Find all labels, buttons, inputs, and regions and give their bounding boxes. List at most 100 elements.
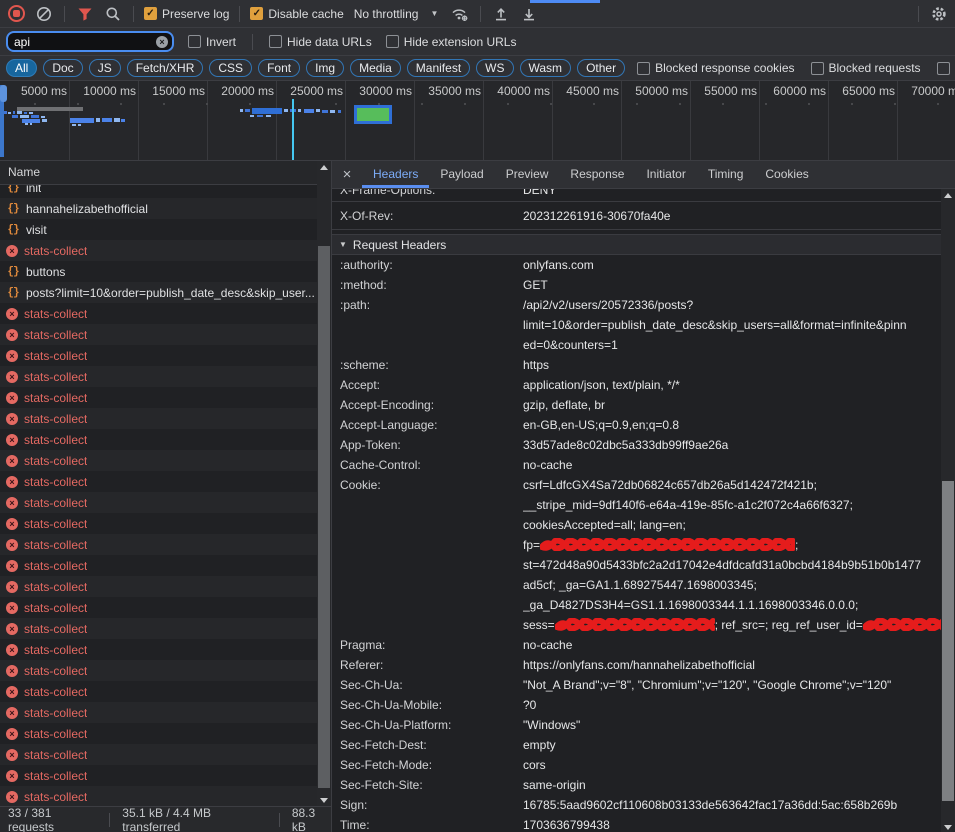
- tab-cookies[interactable]: Cookies: [754, 161, 819, 188]
- network-conditions-button[interactable]: [450, 4, 470, 24]
- header-value-text: limit=10&order=publish_date_desc&skip_us…: [523, 318, 907, 332]
- scrollbar-track[interactable]: [317, 173, 331, 794]
- divider: [239, 6, 240, 22]
- 3rd-party-requests-checkbox[interactable]: 3rd-party requests: [937, 61, 955, 75]
- request-row[interactable]: ×stats-collect: [0, 639, 317, 660]
- tab-headers[interactable]: Headers: [362, 161, 429, 188]
- error-icon: ×: [6, 539, 18, 551]
- request-row[interactable]: {}init: [0, 185, 317, 198]
- request-headers-section[interactable]: ▼ Request Headers: [332, 234, 941, 255]
- name-column-header[interactable]: Name: [0, 161, 317, 185]
- request-row[interactable]: ×stats-collect: [0, 702, 317, 723]
- request-row[interactable]: ×stats-collect: [0, 471, 317, 492]
- detail-scrollbar[interactable]: [941, 189, 955, 832]
- request-row[interactable]: {}posts?limit=10&order=publish_date_desc…: [0, 282, 317, 303]
- request-row[interactable]: ×stats-collect: [0, 408, 317, 429]
- scroll-down-icon[interactable]: [317, 794, 331, 806]
- request-row[interactable]: ×stats-collect: [0, 513, 317, 534]
- filter-pill-css[interactable]: CSS: [209, 59, 252, 77]
- timeline-overview[interactable]: 5000 ms10000 ms15000 ms20000 ms25000 ms3…: [0, 81, 955, 161]
- filter-pill-img[interactable]: Img: [306, 59, 344, 77]
- blocked-response-cookies-checkbox[interactable]: Blocked response cookies: [637, 61, 794, 75]
- hide-extension-urls-checkbox[interactable]: Hide extension URLs: [386, 35, 517, 49]
- request-row[interactable]: ×stats-collect: [0, 681, 317, 702]
- request-row[interactable]: ×stats-collect: [0, 240, 317, 261]
- request-row[interactable]: ×stats-collect: [0, 492, 317, 513]
- scroll-down-icon[interactable]: [941, 821, 955, 832]
- header-row: Sec-Fetch-Mode:cors: [332, 755, 941, 775]
- request-row[interactable]: ×stats-collect: [0, 576, 317, 597]
- tab-initiator[interactable]: Initiator: [635, 161, 696, 188]
- disable-cache-checkbox[interactable]: ✓ Disable cache: [250, 7, 343, 21]
- filter-pill-manifest[interactable]: Manifest: [407, 59, 470, 77]
- request-row[interactable]: ×stats-collect: [0, 765, 317, 786]
- header-key: :authority:: [332, 255, 523, 275]
- blocked-requests-checkbox[interactable]: Blocked requests: [811, 61, 921, 75]
- request-row[interactable]: ×stats-collect: [0, 660, 317, 681]
- scroll-up-icon[interactable]: [941, 189, 955, 201]
- request-row[interactable]: ×stats-collect: [0, 366, 317, 387]
- header-row: :path:/api2/v2/users/20572336/posts?limi…: [332, 295, 941, 355]
- filter-pill-other[interactable]: Other: [577, 59, 625, 77]
- request-row[interactable]: ×stats-collect: [0, 345, 317, 366]
- filter-pill-font[interactable]: Font: [258, 59, 300, 77]
- tab-response[interactable]: Response: [559, 161, 635, 188]
- import-har-button[interactable]: [491, 4, 511, 24]
- request-row[interactable]: ×stats-collect: [0, 429, 317, 450]
- request-list-scrollbar[interactable]: [317, 161, 331, 806]
- filter-pill-doc[interactable]: Doc: [43, 59, 82, 77]
- header-value: GET: [523, 275, 941, 295]
- header-key: X-Frame-Options:: [332, 189, 523, 200]
- scrollbar-thumb[interactable]: [942, 481, 954, 801]
- filter-pill-fetch-xhr[interactable]: Fetch/XHR: [127, 59, 204, 77]
- header-value: 202312261916-30670fa40e: [523, 206, 941, 226]
- filter-pill-all[interactable]: All: [6, 59, 37, 77]
- request-row[interactable]: ×stats-collect: [0, 723, 317, 744]
- request-row[interactable]: ×stats-collect: [0, 597, 317, 618]
- chevron-down-icon[interactable]: ▼: [430, 9, 438, 18]
- close-icon[interactable]: ×: [332, 161, 362, 188]
- request-row[interactable]: ×stats-collect: [0, 555, 317, 576]
- request-row[interactable]: ×stats-collect: [0, 534, 317, 555]
- request-row[interactable]: ×stats-collect: [0, 324, 317, 345]
- clear-filter-icon[interactable]: ×: [156, 36, 168, 48]
- filter-pill-media[interactable]: Media: [350, 59, 401, 77]
- clear-button[interactable]: [34, 4, 54, 24]
- hide-data-urls-checkbox[interactable]: Hide data URLs: [269, 35, 372, 49]
- filter-button[interactable]: [75, 4, 95, 24]
- scrollbar-track[interactable]: [941, 201, 955, 821]
- headers-content[interactable]: X-Frame-Options: DENY X-Of-Rev: 20231226…: [332, 189, 955, 832]
- request-row[interactable]: ×stats-collect: [0, 744, 317, 765]
- request-row[interactable]: {}hannahelizabethofficial: [0, 198, 317, 219]
- timeline-tick-label: 55000 ms: [693, 84, 757, 98]
- request-row[interactable]: ×stats-collect: [0, 450, 317, 471]
- export-har-button[interactable]: [519, 4, 539, 24]
- search-button[interactable]: [103, 4, 123, 24]
- request-name: stats-collect: [24, 748, 87, 762]
- divider: [918, 6, 919, 22]
- header-value-text: https: [523, 358, 549, 372]
- tab-timing[interactable]: Timing: [697, 161, 755, 188]
- filter-text-input[interactable]: [6, 31, 174, 52]
- throttling-dropdown[interactable]: No throttling: [354, 7, 419, 21]
- filter-pill-wasm[interactable]: Wasm: [520, 59, 572, 77]
- invert-checkbox[interactable]: Invert: [188, 35, 236, 49]
- filter-pill-js[interactable]: JS: [89, 59, 121, 77]
- settings-button[interactable]: [929, 4, 949, 24]
- preserve-log-checkbox[interactable]: ✓ Preserve log: [144, 7, 229, 21]
- request-row[interactable]: {}buttons: [0, 261, 317, 282]
- request-row[interactable]: ×stats-collect: [0, 387, 317, 408]
- header-value-line: __stripe_mid=9df140f6-e64a-419e-85fc-a1c…: [523, 495, 941, 515]
- request-name: stats-collect: [24, 580, 87, 594]
- request-row[interactable]: ×stats-collect: [0, 786, 317, 806]
- request-row[interactable]: {}visit: [0, 219, 317, 240]
- overview-left-grip[interactable]: [0, 85, 7, 102]
- request-row[interactable]: ×stats-collect: [0, 303, 317, 324]
- record-button[interactable]: [6, 4, 26, 24]
- tab-payload[interactable]: Payload: [429, 161, 494, 188]
- filter-pill-ws[interactable]: WS: [476, 59, 513, 77]
- tab-preview[interactable]: Preview: [495, 161, 560, 188]
- scroll-up-icon[interactable]: [317, 161, 331, 173]
- request-row[interactable]: ×stats-collect: [0, 618, 317, 639]
- scrollbar-thumb[interactable]: [318, 246, 330, 788]
